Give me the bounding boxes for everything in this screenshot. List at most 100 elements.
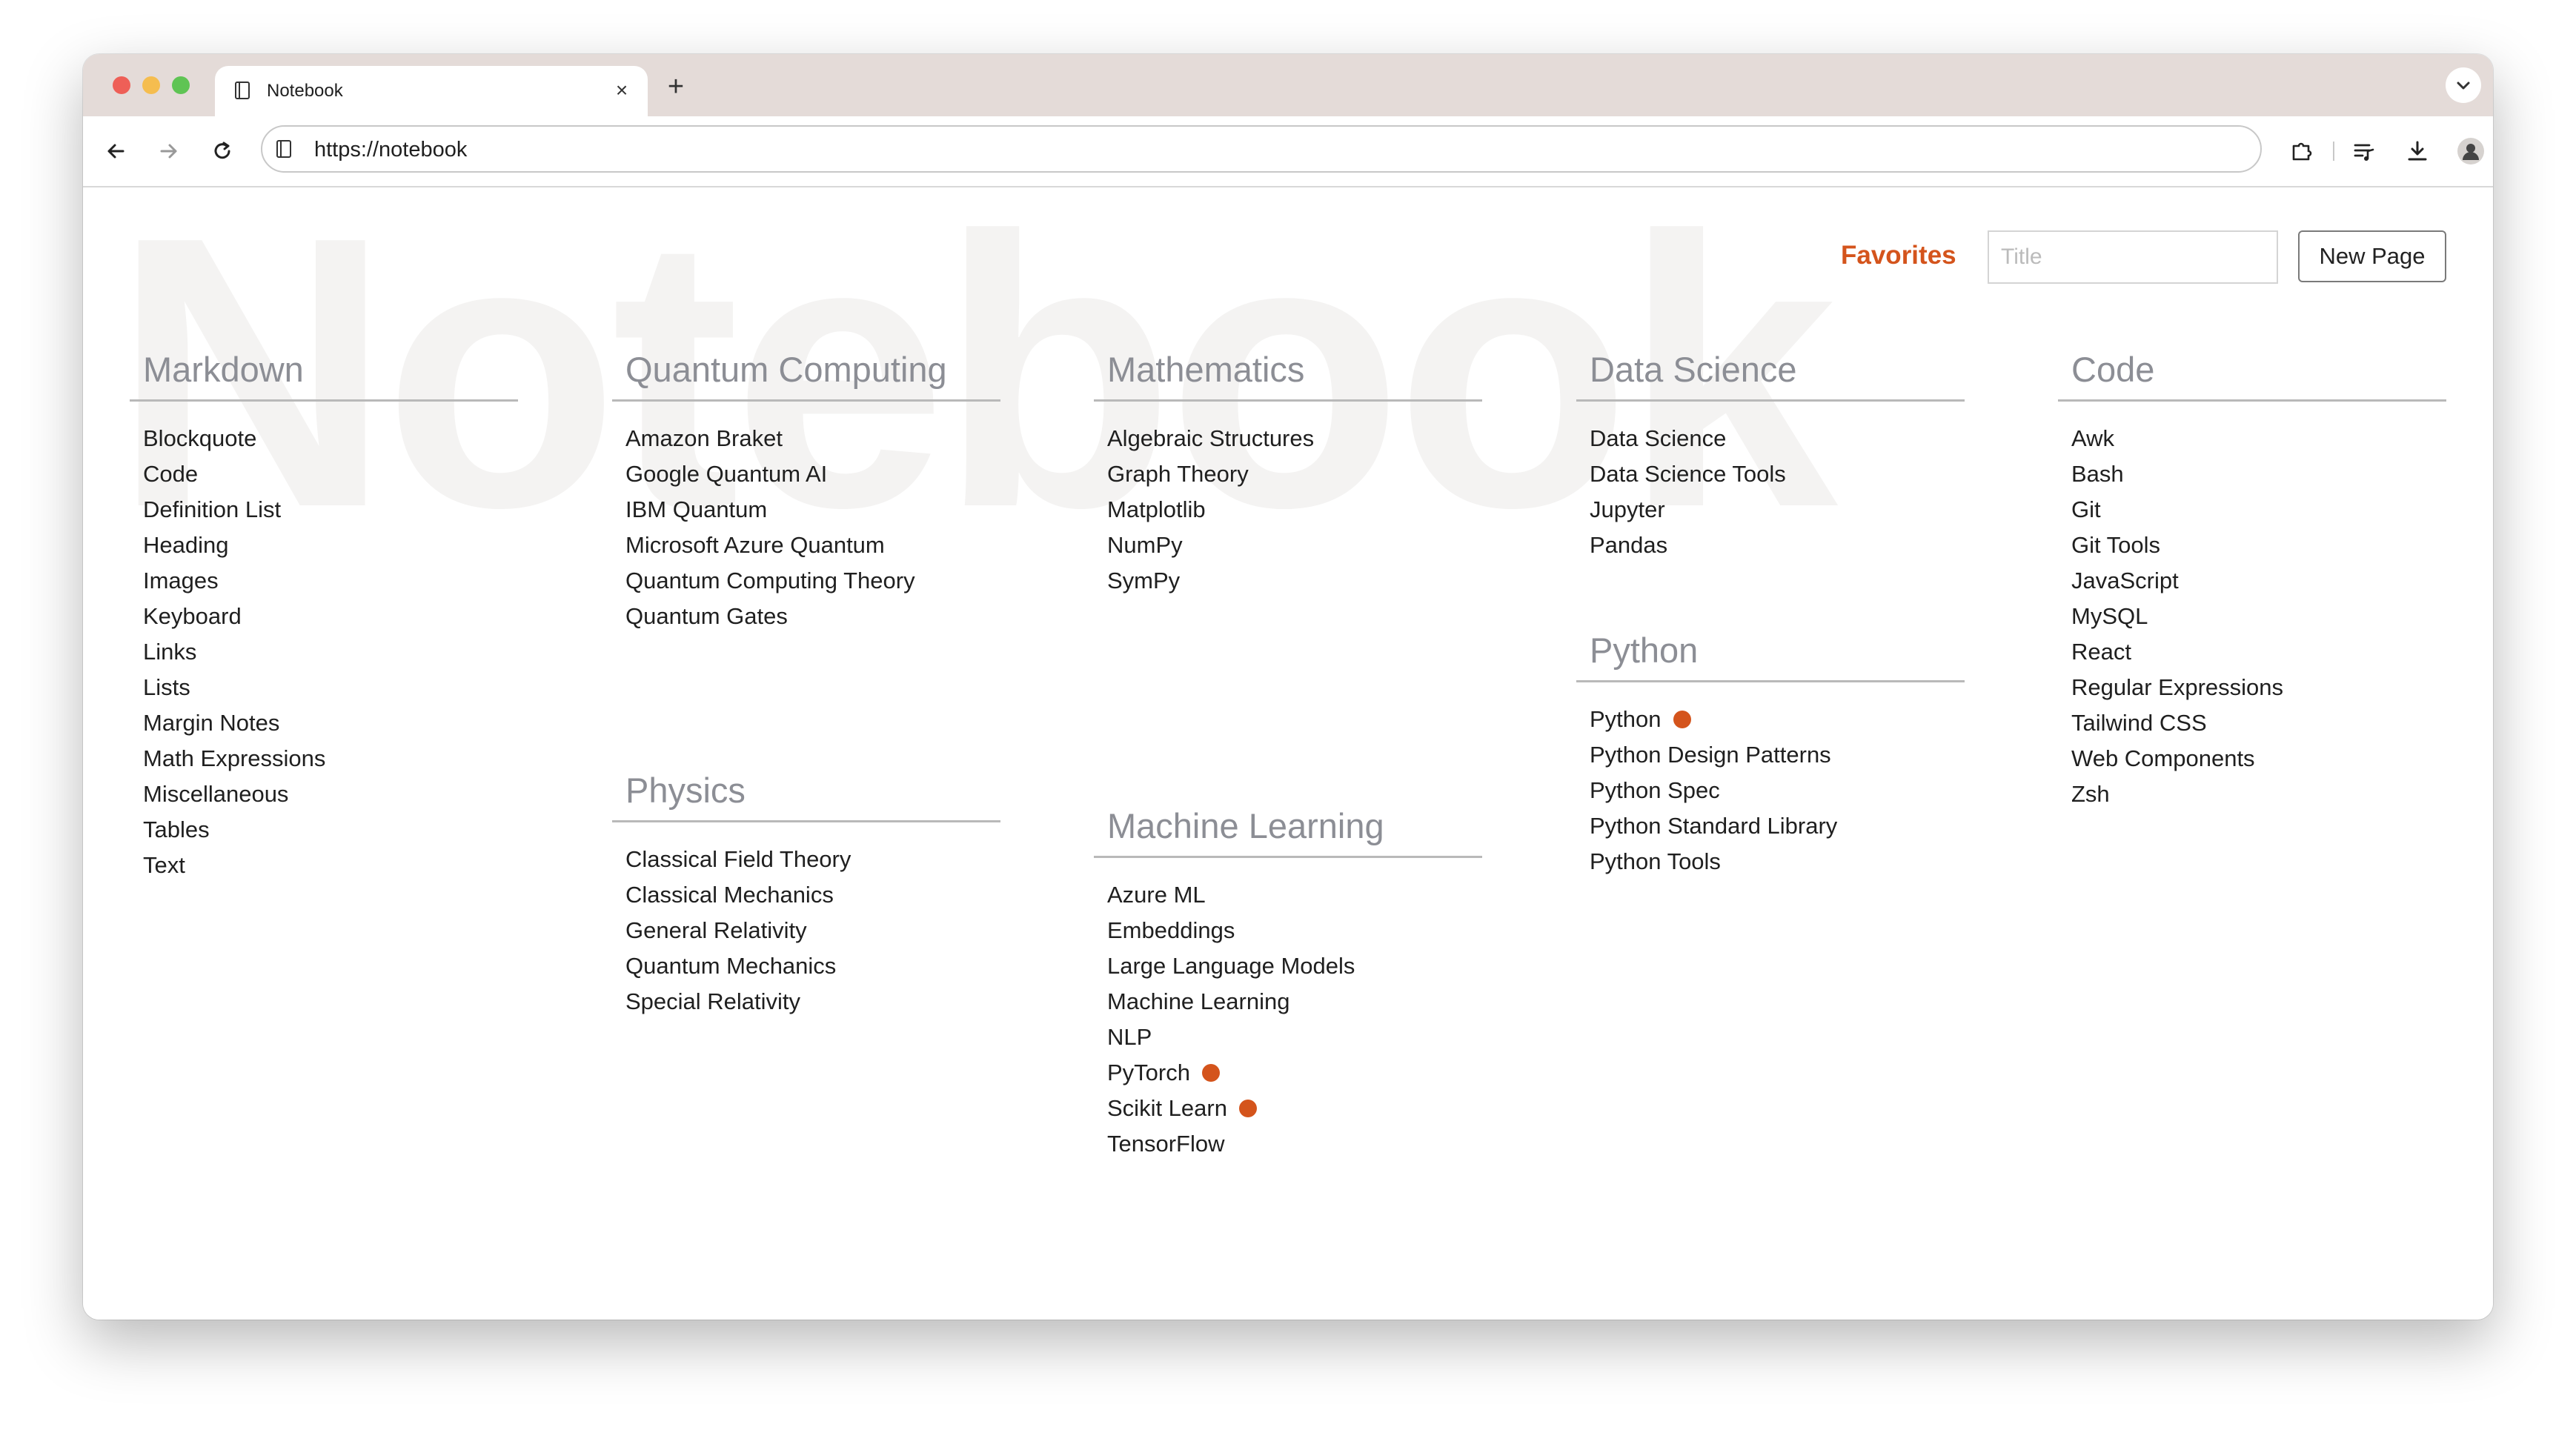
site-info-icon[interactable] bbox=[274, 139, 293, 159]
page-link-azure-ml[interactable]: Azure ML bbox=[1107, 877, 1482, 913]
close-tab-icon[interactable]: × bbox=[609, 78, 634, 103]
page-link-label: Tables bbox=[143, 817, 210, 842]
page-link-pytorch[interactable]: PyTorch bbox=[1107, 1055, 1482, 1091]
page-link-math-expressions[interactable]: Math Expressions bbox=[143, 741, 518, 776]
page-link-algebraic-structures[interactable]: Algebraic Structures bbox=[1107, 421, 1482, 456]
page-link-scikit-learn[interactable]: Scikit Learn bbox=[1107, 1091, 1482, 1126]
section-list: Python Python Design Patterns Python Spec P… bbox=[1576, 702, 1965, 879]
page-link-quantum-mechanics[interactable]: Quantum Mechanics bbox=[625, 948, 1000, 984]
page-link-quantum-gates[interactable]: Quantum Gates bbox=[625, 599, 1000, 634]
page-link-regular-expressions[interactable]: Regular Expressions bbox=[2071, 670, 2446, 705]
minimize-window-button[interactable] bbox=[142, 76, 160, 94]
page-link-mysql[interactable]: MySQL bbox=[2071, 599, 2446, 634]
favorite-dot-icon bbox=[1201, 1064, 1220, 1082]
page-link-graph-theory[interactable]: Graph Theory bbox=[1107, 456, 1482, 492]
page-link-tensorflow[interactable]: TensorFlow bbox=[1107, 1126, 1482, 1162]
close-window-button[interactable] bbox=[113, 76, 130, 94]
page-link-bash[interactable]: Bash bbox=[2071, 456, 2446, 492]
page-link-tailwind-css[interactable]: Tailwind CSS bbox=[2071, 705, 2446, 741]
page-link-python-standard-library[interactable]: Python Standard Library bbox=[1590, 808, 1965, 844]
page-link-microsoft-azure-quantum[interactable]: Microsoft Azure Quantum bbox=[625, 528, 1000, 563]
reading-list-button[interactable] bbox=[2346, 133, 2382, 169]
extensions-button[interactable] bbox=[2284, 133, 2320, 169]
address-bar[interactable]: https://notebook bbox=[261, 125, 2262, 173]
page-link-margin-notes[interactable]: Margin Notes bbox=[143, 705, 518, 741]
reload-button[interactable] bbox=[205, 133, 240, 169]
page-link-special-relativity[interactable]: Special Relativity bbox=[625, 984, 1000, 1020]
page-link-numpy[interactable]: NumPy bbox=[1107, 528, 1482, 563]
page-link-nlp[interactable]: NLP bbox=[1107, 1020, 1482, 1055]
new-tab-button[interactable]: + bbox=[660, 70, 692, 103]
section-list: Classical Field Theory Classical Mechanic… bbox=[612, 842, 1000, 1020]
page-content: Notebook Favorites New Page MarkdownBloc… bbox=[83, 187, 2493, 1320]
page-link-sympy[interactable]: SymPy bbox=[1107, 563, 1482, 599]
page-link-quantum-computing-theory[interactable]: Quantum Computing Theory bbox=[625, 563, 1000, 599]
page-link-data-science-tools[interactable]: Data Science Tools bbox=[1590, 456, 1965, 492]
tab-title: Notebook bbox=[267, 81, 343, 101]
page-link-classical-mechanics[interactable]: Classical Mechanics bbox=[625, 877, 1000, 913]
page-link-label: Code bbox=[143, 461, 199, 487]
page-link-label: Quantum Mechanics bbox=[625, 953, 837, 979]
page-link-links[interactable]: Links bbox=[143, 634, 518, 670]
page-link-text[interactable]: Text bbox=[143, 848, 518, 883]
page-link-miscellaneous[interactable]: Miscellaneous bbox=[143, 776, 518, 812]
maximize-window-button[interactable] bbox=[172, 76, 190, 94]
forward-button[interactable] bbox=[151, 133, 187, 169]
page-link-label: IBM Quantum bbox=[625, 496, 768, 522]
page-link-python-spec[interactable]: Python Spec bbox=[1590, 773, 1965, 808]
section-list: Algebraic Structures Graph Theory Matplotl… bbox=[1094, 421, 1482, 599]
page-link-classical-field-theory[interactable]: Classical Field Theory bbox=[625, 842, 1000, 877]
page-link-jupyter[interactable]: Jupyter bbox=[1590, 492, 1965, 528]
page-link-data-science[interactable]: Data Science bbox=[1590, 421, 1965, 456]
page-link-label: Images bbox=[143, 568, 219, 593]
page-link-label: SymPy bbox=[1107, 568, 1181, 593]
page-link-zsh[interactable]: Zsh bbox=[2071, 776, 2446, 812]
page-link-pandas[interactable]: Pandas bbox=[1590, 528, 1965, 563]
page-link-google-quantum-ai[interactable]: Google Quantum AI bbox=[625, 456, 1000, 492]
page-link-awk[interactable]: Awk bbox=[2071, 421, 2446, 456]
page-link-label: MySQL bbox=[2071, 603, 2148, 629]
page-link-keyboard[interactable]: Keyboard bbox=[143, 599, 518, 634]
page-title-input[interactable] bbox=[1988, 230, 2278, 284]
page-link-python-design-patterns[interactable]: Python Design Patterns bbox=[1590, 737, 1965, 773]
page-link-label: Zsh bbox=[2071, 781, 2110, 807]
page-link-machine-learning[interactable]: Machine Learning bbox=[1107, 984, 1482, 1020]
section-title: Code bbox=[2058, 349, 2446, 402]
favorites-link[interactable]: Favorites bbox=[1841, 239, 1956, 272]
page-link-code[interactable]: Code bbox=[143, 456, 518, 492]
page-link-label: Quantum Computing Theory bbox=[625, 568, 915, 593]
page-icon bbox=[233, 81, 252, 100]
browser-tab[interactable]: Notebook × bbox=[215, 66, 648, 116]
page-link-label: Data Science bbox=[1590, 425, 1727, 451]
page-link-embeddings[interactable]: Embeddings bbox=[1107, 913, 1482, 948]
page-link-react[interactable]: React bbox=[2071, 634, 2446, 670]
profile-button[interactable] bbox=[2453, 133, 2489, 169]
back-button[interactable] bbox=[98, 133, 133, 169]
page-link-tables[interactable]: Tables bbox=[143, 812, 518, 848]
page-link-heading[interactable]: Heading bbox=[143, 528, 518, 563]
page-link-label: Pandas bbox=[1590, 532, 1668, 558]
page-link-amazon-braket[interactable]: Amazon Braket bbox=[625, 421, 1000, 456]
page-link-git[interactable]: Git bbox=[2071, 492, 2446, 528]
page-link-label: Text bbox=[143, 852, 185, 878]
page-link-matplotlib[interactable]: Matplotlib bbox=[1107, 492, 1482, 528]
browser-window: Notebook × + https://notebook Notebook F… bbox=[83, 54, 2493, 1320]
page-link-python-tools[interactable]: Python Tools bbox=[1590, 844, 1965, 879]
page-link-definition-list[interactable]: Definition List bbox=[143, 492, 518, 528]
page-link-large-language-models[interactable]: Large Language Models bbox=[1107, 948, 1482, 984]
page-link-blockquote[interactable]: Blockquote bbox=[143, 421, 518, 456]
page-link-general-relativity[interactable]: General Relativity bbox=[625, 913, 1000, 948]
page-link-python[interactable]: Python bbox=[1590, 702, 1965, 737]
page-link-web-components[interactable]: Web Components bbox=[2071, 741, 2446, 776]
page-link-lists[interactable]: Lists bbox=[143, 670, 518, 705]
page-link-images[interactable]: Images bbox=[143, 563, 518, 599]
new-page-button[interactable]: New Page bbox=[2298, 230, 2446, 282]
page-link-label: Git Tools bbox=[2071, 532, 2161, 558]
page-link-label: Classical Field Theory bbox=[625, 846, 852, 872]
page-link-ibm-quantum[interactable]: IBM Quantum bbox=[625, 492, 1000, 528]
page-link-javascript[interactable]: JavaScript bbox=[2071, 563, 2446, 599]
tab-search-button[interactable] bbox=[2446, 67, 2481, 103]
page-link-label: Amazon Braket bbox=[625, 425, 783, 451]
downloads-button[interactable] bbox=[2400, 133, 2435, 169]
page-link-git-tools[interactable]: Git Tools bbox=[2071, 528, 2446, 563]
